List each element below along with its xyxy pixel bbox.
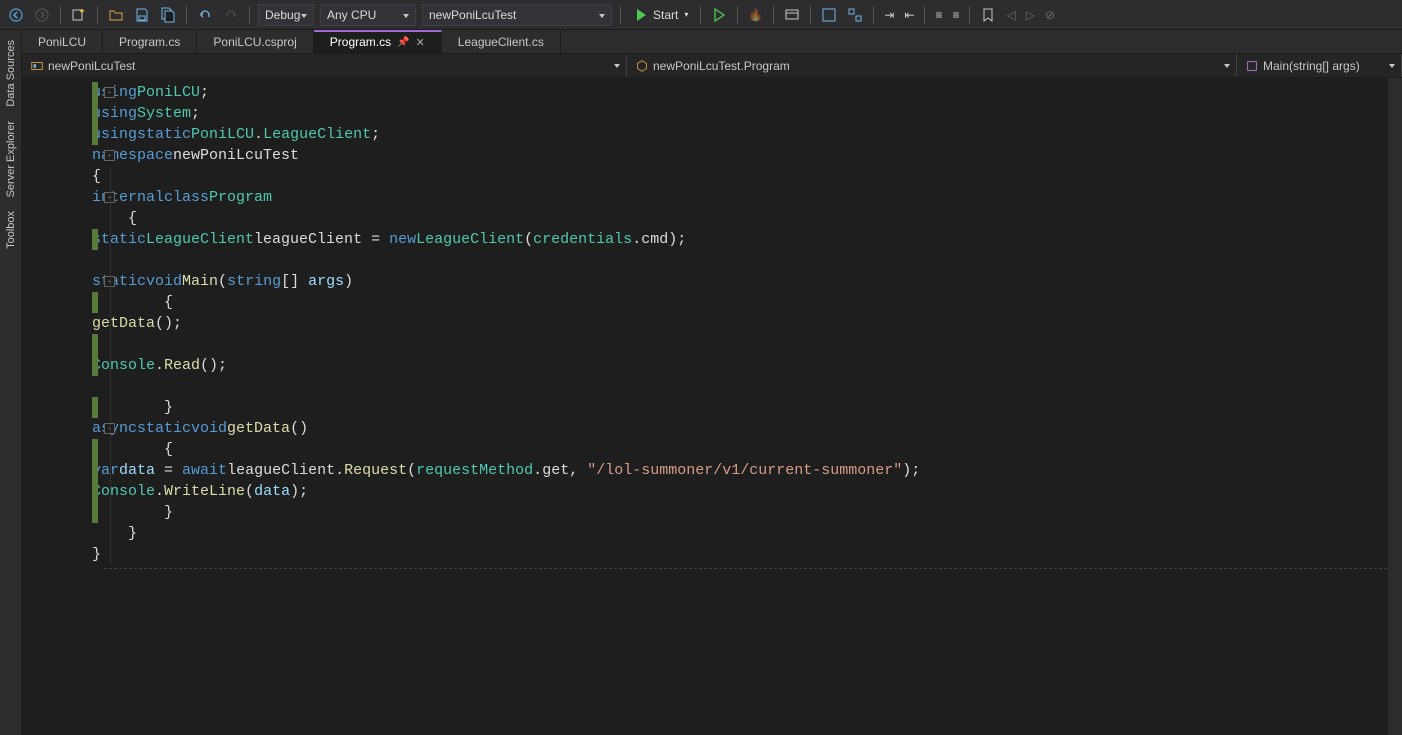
startup-project-dropdown[interactable]: newPoniLcuTest (422, 4, 612, 26)
tab-ponilcu-csproj[interactable]: PoniLCU.csproj (197, 30, 313, 53)
platform-dropdown[interactable]: Any CPU (320, 4, 416, 26)
back-button[interactable] (4, 4, 28, 26)
replace-in-files-button[interactable]: ⇤ (900, 4, 918, 26)
main-toolbar: Debug Any CPU newPoniLcuTest Start ▾ 🔥 ⇥… (0, 0, 1402, 30)
new-project-button[interactable] (67, 4, 91, 26)
start-nodebug-button[interactable] (707, 4, 731, 26)
sidebar-tab-server-explorer[interactable]: Server Explorer (3, 115, 19, 203)
close-icon[interactable]: ✕ (416, 36, 425, 49)
bookmark-button[interactable] (976, 4, 1000, 26)
navigation-bar: newPoniLcuTest newPoniLcuTest.Program Ma… (22, 54, 1402, 78)
forward-button (30, 4, 54, 26)
pin-icon[interactable]: 📌 (397, 37, 409, 48)
fold-icon[interactable]: - (104, 150, 115, 161)
prev-bookmark-button: ◁ (1002, 4, 1019, 26)
start-debug-button[interactable]: Start ▾ (627, 4, 694, 26)
configuration-dropdown[interactable]: Debug (258, 4, 314, 26)
code-editor[interactable]: using PoniLCU;using System;using static … (22, 78, 1402, 735)
fold-icon[interactable]: - (104, 87, 115, 98)
start-label: Start (653, 8, 678, 22)
undo-button[interactable] (193, 4, 217, 26)
tab-program-cs-1[interactable]: Program.cs (103, 30, 197, 53)
step-over-button[interactable] (843, 4, 867, 26)
clear-bookmarks-button: ⊘ (1041, 4, 1059, 26)
hot-reload-button: 🔥 (744, 4, 767, 26)
gutter (22, 78, 92, 735)
vertical-scrollbar[interactable] (1388, 78, 1402, 735)
save-button[interactable] (130, 4, 154, 26)
redo-button (219, 4, 243, 26)
next-bookmark-button: ▷ (1022, 4, 1039, 26)
code-content[interactable]: using PoniLCU;using System;using static … (92, 78, 1402, 735)
uncomment-button[interactable]: ≡ (948, 4, 963, 26)
sidebar-tab-toolbox[interactable]: Toolbox (3, 205, 19, 255)
open-file-button[interactable] (104, 4, 128, 26)
nav-scope-dropdown[interactable]: newPoniLcuTest (22, 54, 627, 77)
document-tabs: PoniLCU Program.cs PoniLCU.csproj Progra… (22, 30, 1402, 54)
tab-program-cs-active[interactable]: Program.cs 📌 ✕ (314, 30, 442, 53)
nav-member-dropdown[interactable]: Main(string[] args) (1237, 54, 1402, 77)
find-in-files-button[interactable]: ⇥ (880, 4, 898, 26)
nav-class-dropdown[interactable]: newPoniLcuTest.Program (627, 54, 1237, 77)
tab-ponilcu[interactable]: PoniLCU (22, 30, 103, 53)
sidebar-tab-data-sources[interactable]: Data Sources (3, 34, 19, 113)
comment-button[interactable]: ≡ (931, 4, 946, 26)
left-sidebar: Data Sources Server Explorer Toolbox (0, 30, 22, 735)
browser-link-button[interactable] (780, 4, 804, 26)
tab-leagueclient-cs[interactable]: LeagueClient.cs (442, 30, 561, 53)
save-all-button[interactable] (156, 4, 180, 26)
step-into-button[interactable] (817, 4, 841, 26)
